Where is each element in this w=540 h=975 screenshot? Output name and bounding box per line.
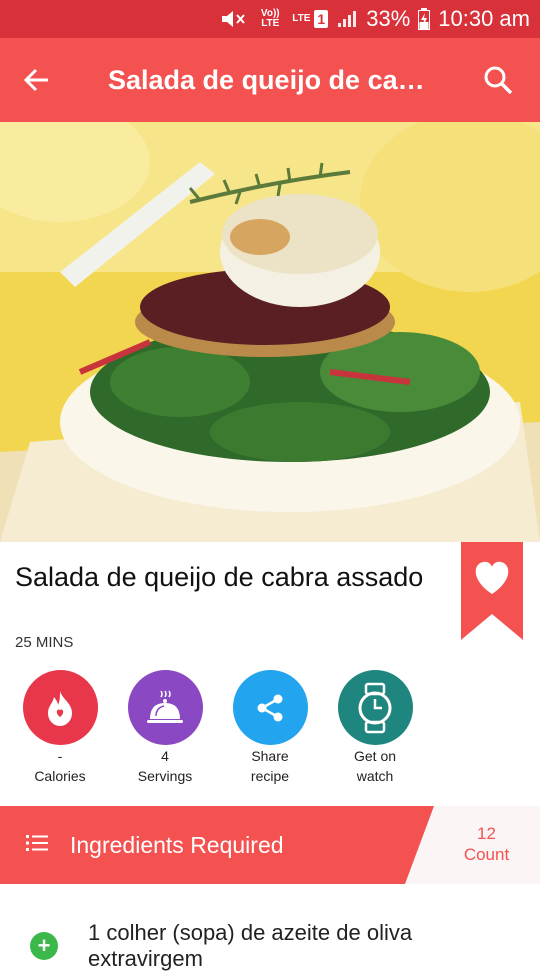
signal-icon — [336, 9, 358, 29]
search-button[interactable] — [456, 38, 540, 122]
mute-icon — [220, 9, 248, 29]
ingredients-count: 12 Count — [405, 823, 540, 865]
lte-indicator: LTE — [292, 13, 311, 24]
servings-value: 4 — [161, 748, 169, 764]
calories-circle — [22, 670, 98, 745]
watch-line2: watch — [356, 768, 394, 784]
count-label: Count — [463, 845, 510, 864]
ingredient-text: 1 colher (sopa) de azeite de oliva extra… — [88, 920, 413, 971]
servings-action[interactable]: 4 Servings — [115, 670, 215, 785]
watch-icon — [358, 682, 392, 733]
share-icon — [257, 694, 283, 721]
calories-value: - — [57, 748, 63, 764]
app-bar: Salada de queijo de ca… — [0, 38, 540, 122]
recipe-actions: - Calories 4 Servings Share recipe Get o… — [0, 670, 540, 790]
sim-badge: 1 — [314, 10, 329, 28]
search-icon — [484, 66, 513, 95]
back-button[interactable] — [0, 38, 72, 122]
share-action[interactable]: Share recipe — [220, 670, 320, 785]
cook-time: 25 MINS — [15, 634, 74, 651]
battery-percent: 33% — [366, 6, 411, 31]
recipe-title: Salada de queijo de cabra assado — [15, 562, 424, 592]
watch-line1: Get on — [353, 748, 397, 764]
add-icon[interactable]: + — [30, 932, 58, 960]
count-value: 12 — [477, 824, 496, 843]
ingredient-item[interactable]: + 1 colher (sopa) de azeite de oliva ext… — [0, 915, 540, 975]
cloche-icon — [147, 690, 183, 723]
share-circle — [232, 670, 308, 745]
calories-label: Calories — [34, 768, 86, 784]
watch-action[interactable]: Get on watch — [325, 670, 425, 785]
servings-circle — [127, 670, 203, 745]
favorite-button[interactable] — [461, 542, 523, 640]
servings-label: Servings — [137, 768, 193, 784]
watch-circle — [337, 670, 413, 745]
calories-action[interactable]: - Calories — [10, 670, 110, 785]
list-icon — [26, 835, 48, 851]
status-bar: Vo)) LTE LTE 1 33% 10:30 am — [0, 0, 540, 38]
ingredients-title: Ingredients Required — [70, 832, 284, 858]
arrow-back-icon — [23, 68, 48, 92]
ingredients-header: Ingredients Required 12 Count — [0, 806, 540, 884]
volte-indicator: Vo)) LTE — [260, 8, 280, 29]
flame-icon — [48, 690, 72, 726]
battery-icon — [418, 8, 431, 30]
app-bar-title: Salada de queijo de ca… — [108, 64, 425, 95]
recipe-photo — [0, 122, 540, 542]
share-line2: recipe — [250, 768, 290, 784]
clock: 10:30 am — [438, 6, 530, 31]
share-line1: Share — [251, 748, 289, 764]
